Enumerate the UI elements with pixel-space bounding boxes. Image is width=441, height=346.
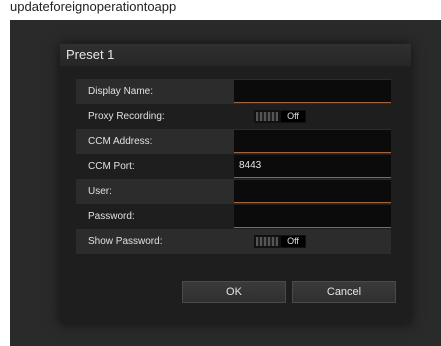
proxy-recording-toggle[interactable]: Off — [254, 110, 306, 123]
ccm-address-field[interactable] — [234, 130, 391, 153]
proxy-recording-label: Proxy Recording: — [88, 111, 165, 122]
password-row: Password: — [76, 204, 391, 229]
toggle-grip-icon — [256, 237, 278, 246]
proxy-recording-state: Off — [281, 111, 305, 122]
password-label: Password: — [88, 211, 135, 222]
show-password-label: Show Password: — [88, 236, 163, 247]
ccm-address-label: CCM Address: — [88, 136, 153, 147]
show-password-toggle[interactable]: Off — [254, 235, 306, 248]
ccm-address-row: CCM Address: — [76, 129, 391, 154]
password-field[interactable] — [234, 205, 391, 228]
dialog-title: Preset 1 — [60, 44, 411, 66]
display-name-label: Display Name: — [88, 86, 154, 97]
cancel-button[interactable]: Cancel — [292, 281, 396, 303]
top-partial-text: updateforeignoperationtoapp — [10, 0, 177, 14]
show-password-state: Off — [281, 236, 305, 247]
show-password-row: Show Password: Off — [76, 229, 391, 254]
ok-button[interactable]: OK — [182, 281, 286, 303]
user-field[interactable] — [234, 180, 391, 203]
ccm-port-field[interactable]: 8443 — [234, 155, 391, 178]
display-name-field[interactable] — [234, 80, 391, 103]
user-row: User: — [76, 179, 391, 204]
user-label: User: — [88, 186, 112, 197]
ccm-port-label: CCM Port: — [88, 161, 135, 172]
display-name-row: Display Name: — [76, 79, 391, 104]
preset-dialog: Preset 1 Display Name: Proxy Recording: … — [60, 44, 411, 324]
ccm-port-row: CCM Port: 8443 — [76, 154, 391, 179]
toggle-grip-icon — [256, 112, 278, 121]
proxy-recording-row: Proxy Recording: Off — [76, 104, 391, 129]
